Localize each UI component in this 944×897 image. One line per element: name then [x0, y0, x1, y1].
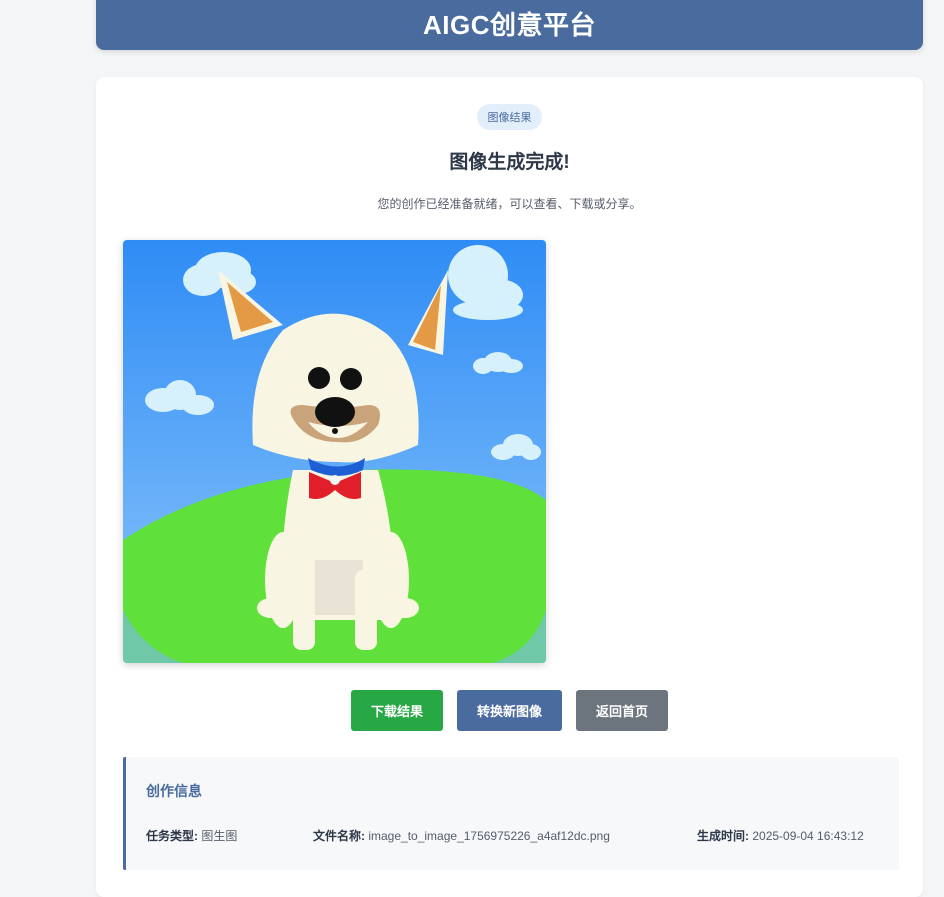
- generated-image[interactable]: [123, 240, 546, 663]
- task-type: 任务类型: 图生图: [146, 827, 237, 844]
- app-header: AIGC创意平台: [96, 0, 923, 50]
- app-title: AIGC创意平台: [422, 9, 596, 40]
- back-home-button[interactable]: 返回首页: [576, 690, 668, 731]
- creation-info-title: 创作信息: [146, 783, 202, 799]
- generation-time-value: 2025-09-04 16:43:12: [752, 829, 864, 843]
- file-name: 文件名称: image_to_image_1756975226_a4af12dc…: [313, 827, 610, 844]
- result-title: 图像生成完成!: [449, 152, 570, 173]
- result-subtitle: 您的创作已经准备就绪，可以查看、下载或分享。: [377, 197, 642, 211]
- download-button[interactable]: 下载结果: [351, 690, 443, 731]
- result-card: 图像结果 图像生成完成! 您的创作已经准备就绪，可以查看、下载或分享。 下载结果…: [96, 77, 923, 897]
- file-name-value: image_to_image_1756975226_a4af12dc.png: [368, 829, 610, 843]
- generation-time: 生成时间: 2025-09-04 16:43:12: [697, 827, 864, 844]
- creation-info-panel: 创作信息 任务类型: 图生图 文件名称: image_to_image_1756…: [123, 757, 899, 870]
- result-type-badge: 图像结果: [477, 104, 542, 130]
- generation-time-label: 生成时间:: [697, 829, 749, 843]
- task-type-value: 图生图: [201, 829, 238, 843]
- file-name-label: 文件名称:: [313, 829, 365, 843]
- convert-new-image-button[interactable]: 转换新图像: [457, 690, 562, 731]
- task-type-label: 任务类型:: [146, 829, 198, 843]
